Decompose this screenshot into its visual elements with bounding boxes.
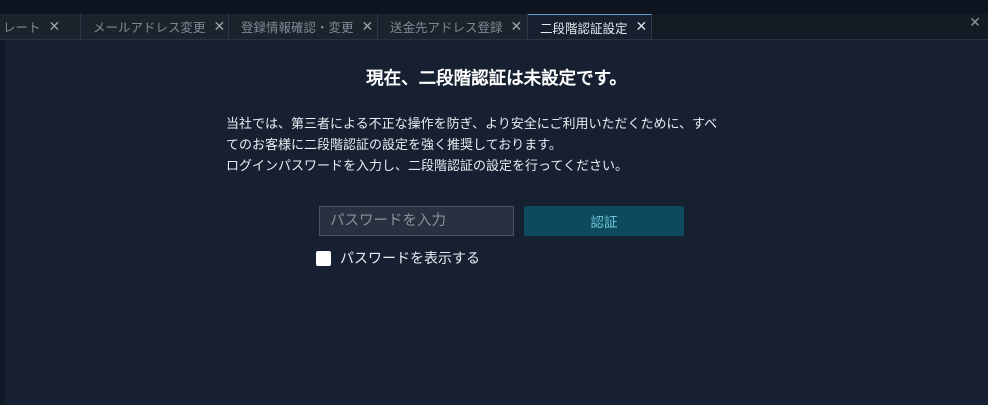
- tab-registration-info[interactable]: 登録情報確認・変更 ✕: [229, 14, 378, 39]
- show-password-checkbox[interactable]: [316, 250, 331, 266]
- page-title: 現在、二段階認証は未設定です。: [366, 69, 627, 89]
- tab-rate[interactable]: レート ✕: [0, 14, 81, 39]
- description-line: てのお客様に二段階認証の設定を強く推奨しております。: [226, 138, 562, 153]
- description-line: ログインパスワードを入力し、二段階認証の設定を行ってください。: [226, 159, 628, 174]
- show-password-toggle[interactable]: パスワードを表示する: [316, 248, 480, 268]
- tab-label: レート: [3, 20, 41, 35]
- tab-email-change[interactable]: メールアドレス変更 ✕: [81, 14, 229, 39]
- tab-remittance-address[interactable]: 送金先アドレス登録 ✕: [378, 14, 528, 39]
- close-icon[interactable]: ✕: [636, 20, 648, 34]
- tab-label: 登録情報確認・変更: [241, 20, 354, 35]
- tab-label: 二段階認証設定: [540, 20, 628, 36]
- show-password-label: パスワードを表示する: [340, 251, 480, 267]
- password-input[interactable]: [319, 206, 514, 236]
- description-line: 当社では、第三者による不正な操作を防ぎ、より安全にご利用いただくために、すべ: [226, 117, 718, 132]
- close-icon[interactable]: ✕: [49, 20, 61, 34]
- close-icon[interactable]: ✕: [362, 20, 374, 34]
- tab-two-factor-settings[interactable]: 二段階認証設定 ✕: [528, 14, 652, 39]
- window-close-icon[interactable]: ✕: [968, 16, 982, 30]
- authenticate-button[interactable]: 認証: [524, 206, 684, 236]
- two-factor-panel: 現在、二段階認証は未設定です。 当社では、第三者による不正な操作を防ぎ、より安全…: [5, 40, 988, 405]
- description: 当社では、第三者による不正な操作を防ぎ、より安全にご利用いただくために、すべ て…: [226, 114, 766, 177]
- tab-label: メールアドレス変更: [93, 20, 206, 35]
- close-icon[interactable]: ✕: [511, 20, 523, 34]
- window-top-bar: [0, 0, 988, 14]
- tab-strip: レート ✕ メールアドレス変更 ✕ 登録情報確認・変更 ✕ 送金先アドレス登録 …: [0, 14, 988, 40]
- tab-label: 送金先アドレス登録: [390, 20, 503, 35]
- close-icon[interactable]: ✕: [214, 20, 226, 34]
